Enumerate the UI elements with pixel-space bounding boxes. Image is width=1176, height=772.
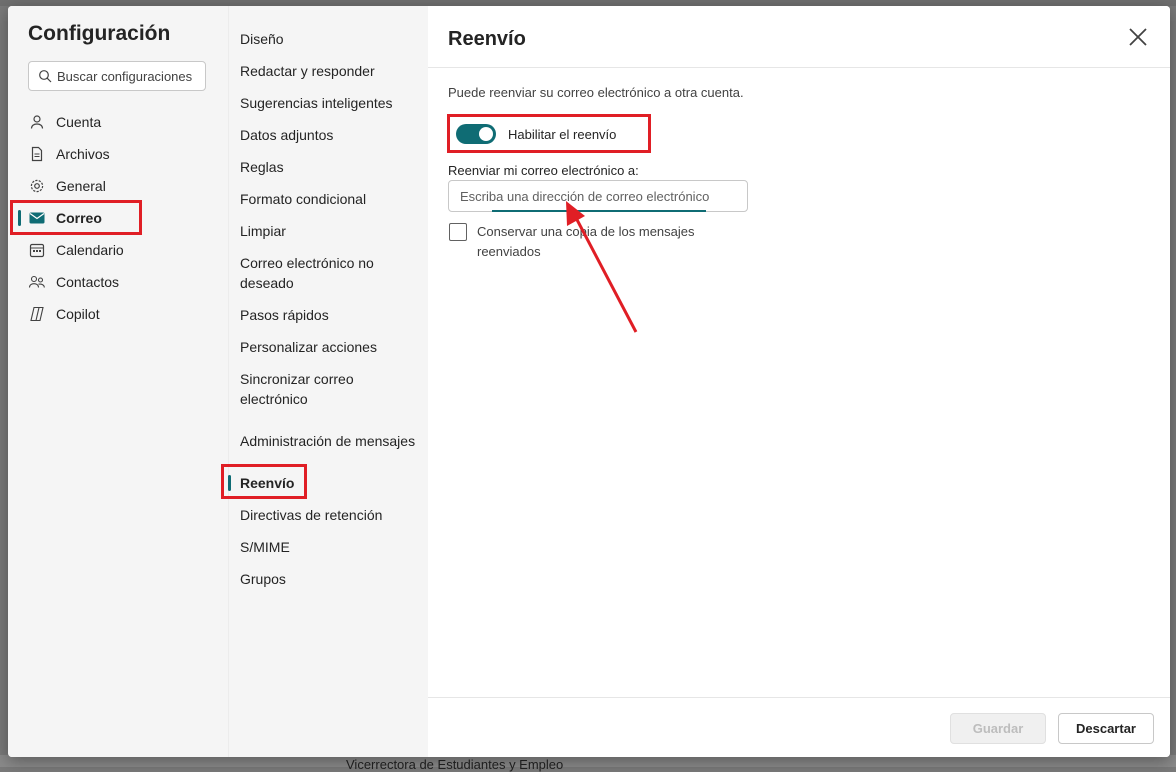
copilot-icon (28, 305, 46, 323)
highlight-box-correo (10, 200, 142, 235)
subnav-item-limpiar[interactable]: Limpiar (240, 221, 420, 241)
subnav-item-grupos[interactable]: Grupos (240, 569, 420, 589)
search-input[interactable] (57, 66, 203, 86)
discard-button[interactable]: Descartar (1058, 713, 1154, 744)
footer-divider (428, 697, 1170, 698)
subnav-item-sugerencias[interactable]: Sugerencias inteligentes (240, 93, 420, 113)
forward-to-label: Reenviar mi correo electrónico a: (448, 163, 639, 178)
search-icon (39, 70, 52, 83)
subnav-item-adjuntos[interactable]: Datos adjuntos (240, 125, 420, 145)
sidebar-item-label: General (56, 178, 106, 194)
highlight-box-toggle (447, 114, 651, 153)
settings-title: Configuración (28, 22, 171, 45)
keep-copy-label: Conservar una copia de los mensajes reen… (477, 224, 695, 259)
subnav-item-reglas[interactable]: Reglas (240, 157, 420, 177)
highlight-box-reenvio (221, 464, 307, 499)
sidebar-item-contactos[interactable]: Contactos (18, 266, 218, 298)
save-button[interactable]: Guardar (950, 713, 1046, 744)
subnav-item-formato[interactable]: Formato condicional (240, 189, 420, 209)
subnav-item-pasos-rapidos[interactable]: Pasos rápidos (240, 305, 420, 325)
people-icon (28, 273, 46, 291)
subnav-item-sincronizar[interactable]: Sincronizar correo electrónico (240, 369, 390, 409)
subnav-item-smime[interactable]: S/MIME (240, 537, 420, 557)
subnav-item-diseno[interactable]: Diseño (240, 29, 420, 49)
subnav-item-redactar[interactable]: Redactar y responder (240, 61, 420, 81)
sidebar-item-label: Copilot (56, 306, 100, 322)
subnav-item-administracion[interactable]: Administración de mensajes (240, 431, 420, 451)
sidebar-item-calendario[interactable]: Calendario (18, 234, 218, 266)
sidebar-item-label: Contactos (56, 274, 120, 290)
sidebar-item-cuenta[interactable]: Cuenta (18, 106, 218, 138)
header-divider (428, 67, 1170, 68)
forward-email-input[interactable] (460, 187, 738, 205)
subnav-item-no-deseado[interactable]: Correo electrónico no deseado (240, 253, 400, 293)
sidebar-item-archivos[interactable]: Archivos (18, 138, 218, 170)
subnav-item-personalizar[interactable]: Personalizar acciones (240, 337, 420, 357)
gear-icon (28, 177, 46, 195)
keep-copy-checkbox[interactable] (449, 223, 467, 241)
close-icon[interactable] (1127, 26, 1149, 48)
sidebar-item-label: Archivos (56, 146, 110, 162)
document-icon (28, 145, 46, 163)
background-text: Vicerrectora de Estudiantes y Empleo (346, 757, 564, 772)
search-box[interactable] (28, 61, 206, 91)
subnav-item-retencion[interactable]: Directivas de retención (240, 505, 420, 525)
sidebar-item-copilot[interactable]: Copilot (18, 298, 218, 330)
calendar-icon (28, 241, 46, 259)
sidebar-item-general[interactable]: General (18, 170, 218, 202)
person-icon (28, 113, 46, 131)
input-focus-underline (492, 210, 706, 212)
panel-description: Puede reenviar su correo electrónico a o… (448, 85, 744, 100)
panel-title: Reenvío (448, 28, 526, 50)
sidebar-item-label: Cuenta (56, 114, 102, 130)
sidebar-item-label: Calendario (56, 242, 124, 258)
email-field[interactable] (448, 180, 748, 212)
